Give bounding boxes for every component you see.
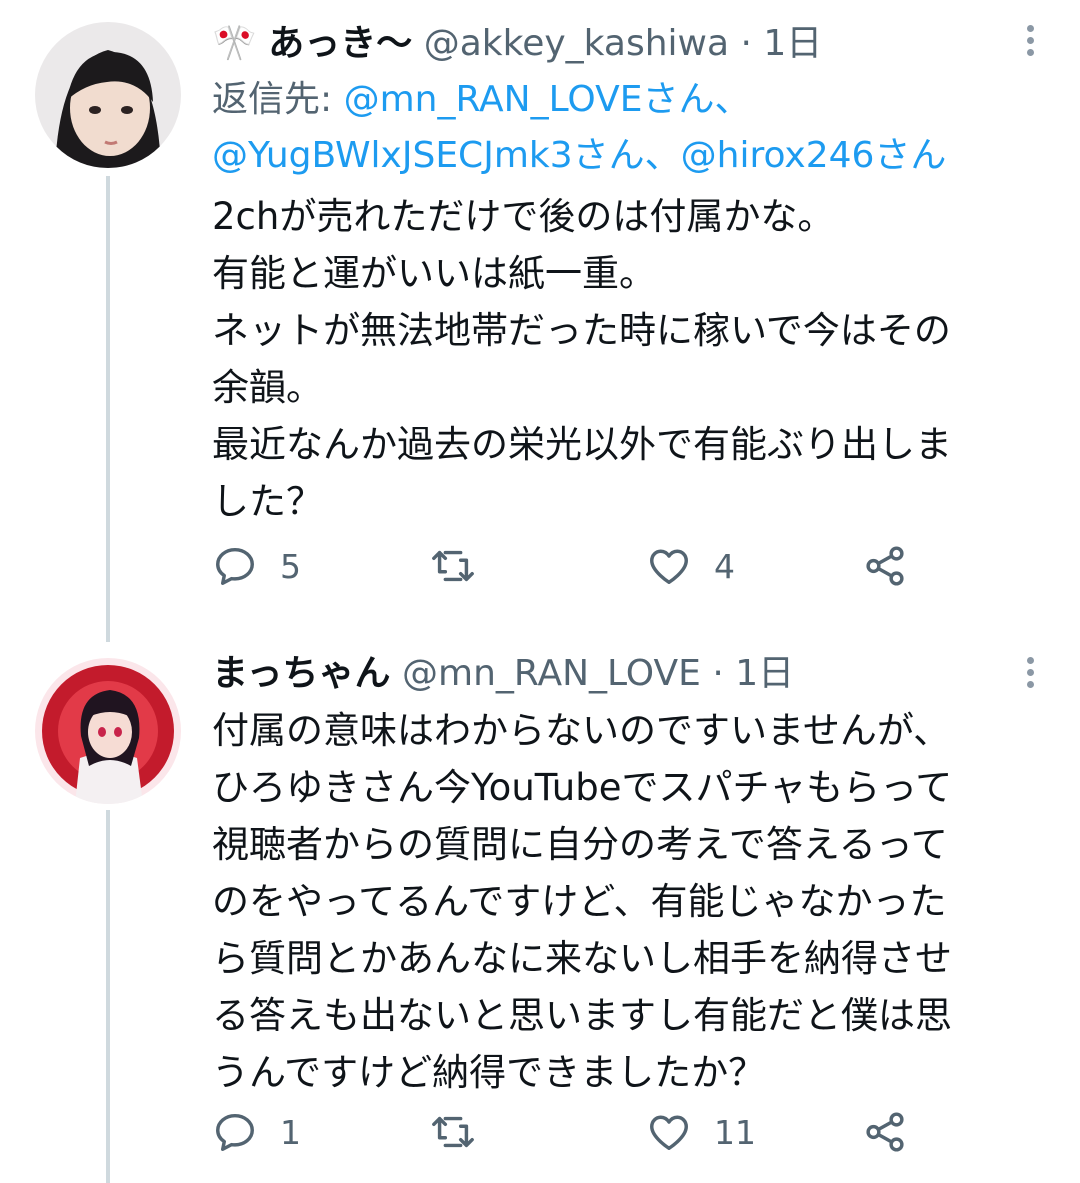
share-icon bbox=[866, 1112, 904, 1152]
avatar[interactable] bbox=[35, 22, 181, 168]
retweet-button[interactable] bbox=[430, 536, 498, 596]
tweet-header: 🎌 あっき〜 @akkey_kashiwa · 1日 bbox=[212, 20, 1010, 68]
mention-link[interactable]: @mn_RAN_LOVEさん、 bbox=[344, 79, 751, 120]
mention-link[interactable]: @hirox246さん bbox=[681, 135, 947, 176]
tweet[interactable]: 🎌 あっき〜 @akkey_kashiwa · 1日 返信先: @mn_RAN_… bbox=[0, 0, 1080, 640]
tweet[interactable]: まっちゃん @mn_RAN_LOVE · 1日 付属の意味はわからないのですいま… bbox=[0, 640, 1080, 1183]
timestamp[interactable]: 1日 bbox=[763, 23, 822, 64]
retweet-icon bbox=[432, 550, 474, 582]
reply-icon bbox=[216, 547, 254, 585]
like-count: 4 bbox=[714, 546, 735, 586]
share-button[interactable] bbox=[862, 1102, 908, 1162]
display-name[interactable]: あっき〜 bbox=[268, 23, 412, 64]
share-icon bbox=[866, 546, 904, 586]
like-count: 11 bbox=[714, 1112, 756, 1152]
share-button[interactable] bbox=[862, 536, 908, 596]
tweet-actions: 1 11 bbox=[212, 1102, 932, 1162]
reply-button[interactable]: 1 bbox=[212, 1102, 301, 1162]
like-button[interactable]: 4 bbox=[646, 536, 735, 596]
tweet-actions: 5 4 bbox=[212, 536, 932, 596]
reply-icon bbox=[216, 1113, 254, 1151]
retweet-icon bbox=[432, 1116, 474, 1148]
like-button[interactable]: 11 bbox=[646, 1102, 756, 1162]
more-icon[interactable] bbox=[1020, 20, 1040, 60]
like-icon bbox=[650, 1115, 688, 1151]
reply-count: 1 bbox=[280, 1112, 301, 1152]
reply-count: 5 bbox=[280, 546, 301, 586]
avatar[interactable] bbox=[35, 658, 181, 804]
tweet-text: 付属の意味はわからないのですいませんが、 ひろゆきさん今YouTubeでスパチャ… bbox=[212, 709, 953, 1094]
more-icon[interactable] bbox=[1020, 652, 1040, 692]
handle[interactable]: @akkey_kashiwa bbox=[424, 23, 729, 64]
retweet-button[interactable] bbox=[430, 1102, 498, 1162]
reply-to-prefix: 返信先: bbox=[212, 79, 333, 120]
like-icon bbox=[650, 549, 688, 585]
mention-link[interactable]: @YugBWlxJSECJmk3さん、 bbox=[212, 135, 681, 176]
handle[interactable]: @mn_RAN_LOVE bbox=[402, 653, 701, 694]
reply-to: 返信先: @mn_RAN_LOVEさん、 @YugBWlxJSECJmk3さん、… bbox=[212, 72, 1040, 184]
timestamp[interactable]: 1日 bbox=[735, 653, 794, 694]
tweet-header: まっちゃん @mn_RAN_LOVE · 1日 bbox=[212, 650, 1010, 698]
tweet-text: 2chが売れただけで後のは付属かな。 有能と運がいいは紙一重。 ネットが無法地帯… bbox=[212, 195, 952, 523]
separator: · bbox=[740, 23, 752, 64]
flag-emoji: 🎌 bbox=[212, 23, 257, 64]
reply-button[interactable]: 5 bbox=[212, 536, 301, 596]
display-name[interactable]: まっちゃん bbox=[212, 653, 391, 694]
separator: · bbox=[712, 653, 724, 694]
